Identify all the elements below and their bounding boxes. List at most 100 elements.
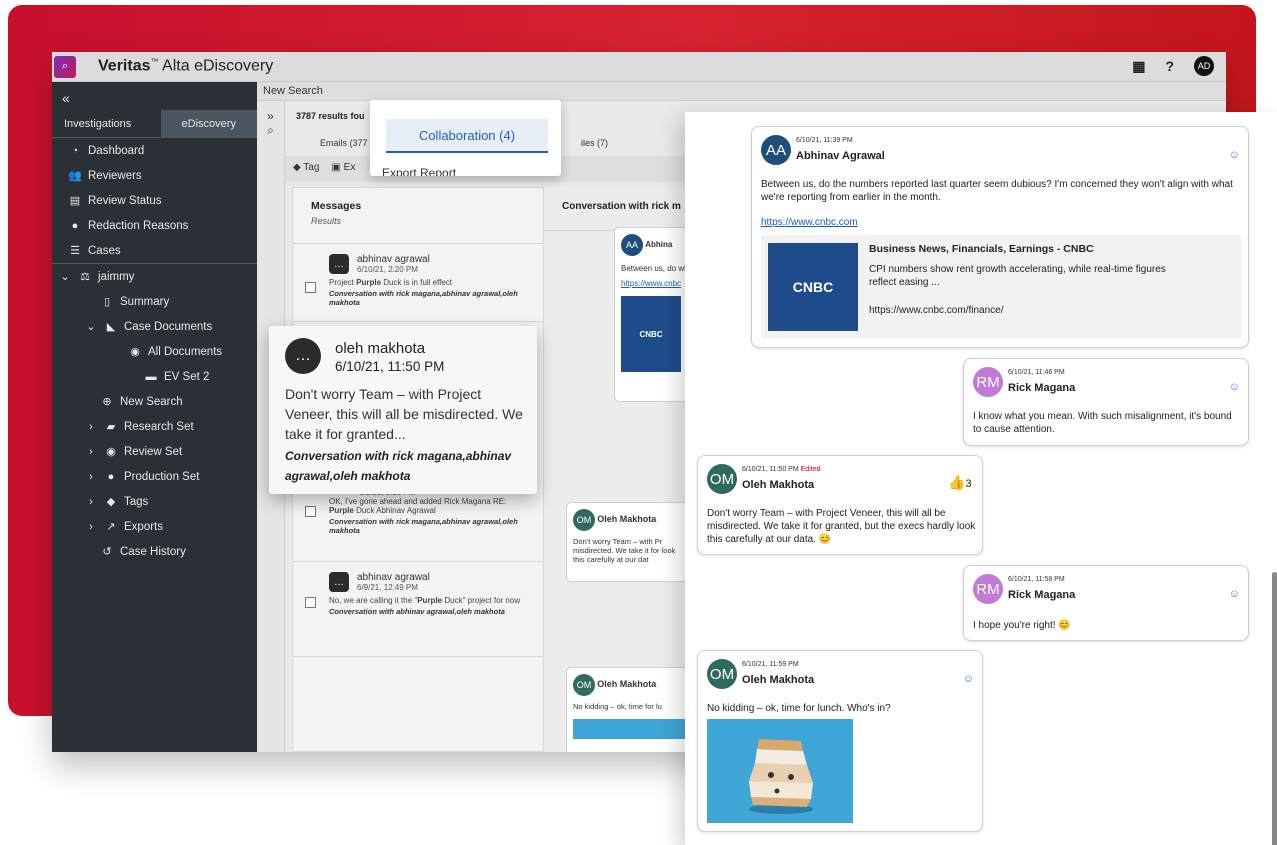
sandwich-photo-icon bbox=[749, 739, 813, 814]
sidebar-item-review-set[interactable]: › ◉ Review Set bbox=[52, 439, 257, 464]
chevron-right-icon: › bbox=[89, 520, 93, 533]
tab-collaboration[interactable]: Collaboration (4) bbox=[386, 119, 548, 153]
eye-icon: ◉ bbox=[106, 446, 116, 458]
avatar: OM bbox=[707, 464, 737, 494]
thumbs-up-icon: 👍 bbox=[948, 474, 966, 490]
scrollbar[interactable] bbox=[1272, 572, 1277, 845]
sidebar-item-redaction-reasons[interactable]: ● Redaction Reasons bbox=[52, 213, 257, 238]
user-avatar[interactable]: AD bbox=[1194, 56, 1214, 76]
tag-button[interactable]: ◆ Tag bbox=[293, 162, 319, 176]
sidebar-item-cases[interactable]: ☰ Cases bbox=[52, 238, 257, 263]
chat-bubble-icon: … bbox=[329, 254, 349, 274]
popup-text: Don't worry Team – with Project Veneer, … bbox=[285, 386, 523, 442]
chevron-right-icon: › bbox=[89, 420, 93, 433]
chevron-right-icon: › bbox=[89, 495, 93, 508]
avatar: AA bbox=[761, 135, 791, 165]
reaction[interactable]: 👍3 bbox=[948, 474, 972, 491]
popup-sender: oleh makhota bbox=[335, 340, 426, 357]
help-icon[interactable]: ? bbox=[1165, 58, 1174, 74]
emoji-react-icon[interactable]: ☺ bbox=[1229, 149, 1240, 161]
history-icon: ↺ bbox=[102, 546, 112, 558]
chat-message[interactable]: AA 6/10/21, 11:39 PM Abhinav Agrawal ☺ B… bbox=[751, 126, 1249, 348]
document-icon: ▯ bbox=[103, 296, 111, 308]
chat-message[interactable]: OM 6/10/21, 11:50 PM Edited Oleh Makhota… bbox=[697, 455, 983, 555]
eye-icon: ◉ bbox=[130, 346, 140, 358]
avatar: OM bbox=[573, 674, 595, 696]
sidebar-item-production-set[interactable]: › ● Production Set bbox=[52, 464, 257, 489]
chart-icon: ◣ bbox=[106, 321, 116, 333]
image-thumbnail bbox=[573, 719, 689, 739]
app-logo-icon[interactable]: ⌕ bbox=[54, 55, 76, 78]
results-count: 3787 results fou bbox=[296, 111, 365, 121]
export-button[interactable]: ▣ Ex bbox=[331, 162, 355, 176]
sidebar-item-all-documents[interactable]: ◉ All Documents bbox=[52, 339, 257, 364]
list-item[interactable]: … abhinav agrawal 6/10/21, 2:20 PM Projec… bbox=[293, 244, 543, 322]
list-item[interactable]: 6/9/21, 1:16 PM OK, I've gone ahead and … bbox=[293, 484, 543, 562]
chat-message[interactable]: OM 6/10/21, 11:59 PM Oleh Makhota ☺ No k… bbox=[697, 650, 983, 832]
emoji-react-icon[interactable]: ☺ bbox=[1229, 588, 1240, 600]
avatar: OM bbox=[707, 659, 737, 689]
tag-icon: ◆ bbox=[106, 496, 116, 508]
top-bar: ⌕ Veritas™ Alta eDiscovery ▦ ? AD bbox=[52, 52, 1226, 82]
select-checkbox[interactable] bbox=[305, 597, 316, 608]
collapse-sidebar-button[interactable]: « bbox=[52, 82, 257, 110]
export-icon: ▣ bbox=[331, 162, 344, 173]
chat-message[interactable]: RM 6/10/21, 11:46 PM Rick Magana ☺ I kno… bbox=[963, 358, 1249, 446]
select-checkbox[interactable] bbox=[305, 506, 316, 517]
reviewers-icon: 👥 bbox=[68, 170, 82, 182]
select-checkbox[interactable] bbox=[305, 282, 316, 293]
sidebar-item-ev-set-2[interactable]: ▬ EV Set 2 bbox=[52, 364, 257, 389]
cnbc-logo: CNBC bbox=[621, 296, 681, 372]
list-item[interactable]: … abhinav agrawal 6/9/21, 12:49 PM No, we… bbox=[293, 562, 543, 657]
app-title: Veritas™ Alta eDiscovery bbox=[98, 57, 274, 75]
mini-message-card[interactable]: OM Oleh Makhota Don't worry Team – with … bbox=[566, 502, 696, 582]
link-preview[interactable]: CNBC Business News, Financials, Earnings… bbox=[761, 235, 1241, 339]
sidebar-item-summary[interactable]: ▯ Summary bbox=[52, 289, 257, 314]
sidebar-item-reviewers[interactable]: 👥 Reviewers bbox=[52, 163, 257, 188]
grid-menu-icon[interactable]: ▦ bbox=[1132, 58, 1145, 75]
message-preview-popup: … oleh makhota 6/10/21, 11:50 PM Don't w… bbox=[269, 326, 537, 494]
emoji-react-icon[interactable]: ☺ bbox=[963, 673, 974, 685]
mini-message-card[interactable]: OM Oleh Makhota No kidding – ok, time fo… bbox=[566, 667, 696, 752]
sidebar-item-exports[interactable]: › ↗ Exports bbox=[52, 514, 257, 539]
expand-icon[interactable]: » bbox=[257, 109, 284, 123]
export-icon: ↗ bbox=[106, 521, 116, 533]
avatar: AA bbox=[621, 234, 643, 256]
avatar: RM bbox=[973, 367, 1003, 397]
sidebar-item-new-search[interactable]: ⊕ New Search bbox=[52, 389, 257, 414]
chat-bubble-icon: … bbox=[329, 572, 349, 592]
sidebar-item-case-documents[interactable]: ⌄ ◣ Case Documents bbox=[52, 314, 257, 339]
sandwich-image[interactable] bbox=[707, 719, 853, 823]
inbox-icon: ▬ bbox=[145, 370, 157, 383]
scales-icon: ⚖ bbox=[80, 271, 90, 283]
tag-icon: ◆ bbox=[293, 162, 304, 173]
messages-subheader: Results bbox=[311, 216, 342, 226]
popup-date: 6/10/21, 11:50 PM bbox=[335, 359, 445, 374]
sidebar-item-review-status[interactable]: ▤ Review Status bbox=[52, 188, 257, 213]
avatar: RM bbox=[973, 574, 1003, 604]
redaction-icon: ● bbox=[71, 219, 79, 232]
popup-conversation: Conversation with rick magana,abhinav ag… bbox=[285, 449, 512, 483]
link[interactable]: https://www.cnbc.com bbox=[761, 217, 858, 228]
emoji-react-icon[interactable]: ☺ bbox=[1229, 381, 1240, 393]
dashboard-icon: ◔ bbox=[71, 144, 79, 157]
review-status-icon: ▤ bbox=[69, 195, 81, 207]
search-icon: ⊕ bbox=[102, 396, 112, 408]
tab-emails[interactable]: Emails (377 bbox=[320, 138, 368, 148]
collaboration-menu: Collaboration (4) Export Report bbox=[370, 100, 561, 176]
export-report-item[interactable]: Export Report bbox=[382, 166, 456, 176]
search-icon[interactable]: ⌕ bbox=[257, 123, 284, 138]
sidebar-item-case-history[interactable]: ↺ Case History bbox=[52, 539, 257, 564]
chat-view: AA 6/10/21, 11:39 PM Abhinav Agrawal ☺ B… bbox=[685, 112, 1277, 845]
sidebar-item-research-set[interactable]: › ▰ Research Set bbox=[52, 414, 257, 439]
chevron-right-icon: › bbox=[89, 470, 93, 483]
sidebar-item-tags[interactable]: › ◆ Tags bbox=[52, 489, 257, 514]
tab-files[interactable]: iles (7) bbox=[581, 138, 608, 148]
chat-icon: ● bbox=[107, 470, 115, 483]
sidebar-item-case[interactable]: ⌄ ⚖ jaimmy bbox=[52, 264, 257, 289]
folder-icon: ▰ bbox=[106, 421, 116, 433]
sidebar-item-dashboard[interactable]: ◔ Dashboard bbox=[52, 138, 257, 163]
chat-message[interactable]: RM 6/10/21, 11:58 PM Rick Magana ☺ I hop… bbox=[963, 565, 1249, 641]
tab-ediscovery[interactable]: eDiscovery bbox=[160, 110, 257, 137]
tab-investigations[interactable]: Investigations bbox=[52, 110, 161, 137]
